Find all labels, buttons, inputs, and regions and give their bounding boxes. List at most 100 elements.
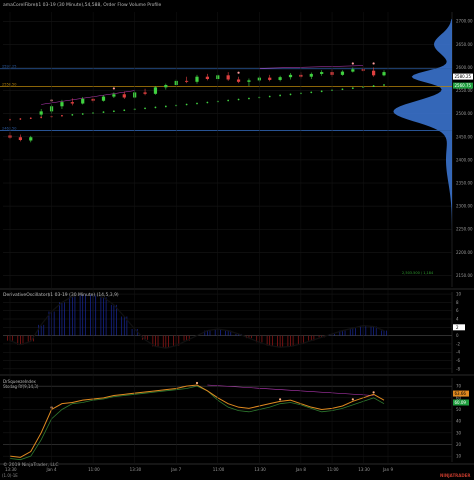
price-pane-title: amaCorelFibre$1 03-19 (30 Minute),54,588… [3,2,162,8]
trend-dot [341,88,344,91]
trend-dot [19,118,22,120]
price-y-tick-label: 2300.00 [456,204,473,209]
candle-body [278,77,282,80]
candle-body [309,73,313,77]
price-y-tick-label: 2400.00 [456,157,473,162]
osc-y-tick-label: -8 [456,366,460,371]
osc-y-tick-label: -6 [456,358,460,363]
trend-dot [227,99,230,102]
price-y-tick-label: 2150.00 [456,273,473,278]
osc-y-tick-label: 10 [456,292,462,297]
osc-y-tick-label: -2 [456,341,460,346]
candle-body [236,79,241,82]
stoch-y-tick-label: 20 [456,442,462,447]
price-y-tick-label: 2200.00 [456,250,473,255]
trend-dot [206,101,209,104]
copyright-watermark: © 2019 NinjaTrader, LLC [3,461,58,468]
ninjatrader-logo: NINJATRADER [440,473,471,478]
candle-body [205,76,209,80]
price-y-tick-label: 2250.00 [456,227,473,232]
stoch-y-tick-label: 70 [456,384,462,389]
trend-dot [112,110,115,113]
poc-label: 2,503.500 / 1,184 [402,271,434,275]
stochastic-signal-dot [195,381,199,385]
time-axis-label: 13:30 [358,467,370,472]
trend-dot [289,93,292,96]
last-price-tag: 2580.25 [455,74,472,79]
trend-dot [279,94,282,97]
trend-dot [185,103,188,106]
trend-dot [71,113,74,116]
price-y-tick-label: 2600.00 [456,65,473,70]
candle-body [164,85,168,88]
candle-body [60,102,64,107]
osc-y-tick-label: -4 [456,350,460,355]
trend-dot [310,91,313,94]
trend-dot [154,106,157,109]
trend-dot [40,116,43,119]
oscillator-last-tag-bg [453,324,465,331]
candle-body [143,92,147,94]
trend-dot [351,87,354,90]
time-axis-label: 11:00 [327,467,339,472]
trend-dot [320,90,323,93]
stoch-y-tick-label: 10 [456,454,462,459]
price-y-tick-label: 2450.00 [456,134,473,139]
candle-body [320,72,324,74]
stoch-y-tick-label: 50 [456,407,462,412]
candle-body [122,94,126,98]
signal-dot [112,87,115,90]
footer-left-label: (1.0)·1E [2,473,18,478]
trend-dot [237,98,240,101]
second-price-tag: 2560.75 [455,83,472,88]
stoch-y-tick-label: 40 [456,419,462,424]
signal-dot [351,62,354,65]
stoch-y-tick-label: 30 [456,430,462,435]
trend-dot [144,107,146,110]
signal-dot [237,71,240,74]
candle-body [70,102,74,104]
candle-body [112,94,116,97]
trend-dot [372,85,375,87]
trend-dot [383,84,385,86]
candle-body [288,74,293,78]
trend-dot [29,117,32,120]
price-level-label: 2558.50 [2,83,16,87]
candle-body [153,87,158,94]
chart-background [0,0,474,480]
price-y-tick-label: 2350.00 [456,181,473,186]
stochastic-signal-dot [372,391,375,394]
candle-body [185,80,189,82]
time-axis-label: Jan 8 [295,467,306,472]
chart-canvas[interactable]: 2700.00 2650.00 2600.00 2550.00 2500.00 2450.… [0,0,474,480]
candle-body [81,98,85,104]
candle-body [29,137,33,141]
candle-body [372,70,376,76]
trend-dot [123,109,126,112]
time-axis-label: 11:00 [213,467,225,472]
candle-body [18,137,22,141]
price-y-tick-label: 2650.00 [456,42,473,47]
candle-body [351,69,355,72]
trend-dot [61,114,63,117]
candle-body [39,111,43,115]
price-y-tick-label: 2550.00 [456,88,473,93]
candle-body [268,77,272,80]
trend-dot [102,111,105,114]
trend-dot [164,105,167,108]
trend-dot [196,102,198,105]
candle-body [340,71,345,75]
stochastic-signal-dot [279,398,282,401]
signal-dot [372,62,375,65]
trend-dot [81,113,84,115]
candle-body [101,96,106,101]
time-axis-label: Jan 9 [382,467,393,472]
stochastic-signal-dot [351,398,354,401]
oscillator-pane-title: DerivativeOscillator$1 03-19 (30 Minute)… [3,292,119,298]
candle-body [195,76,199,82]
price-y-tick-label: 2500.00 [456,111,473,116]
price-level-label: 2597.25 [2,65,16,69]
candle-body [382,72,386,76]
price-level-label: 2463.50 [2,127,16,131]
stochastic-tag2: 60.09 [455,400,467,405]
